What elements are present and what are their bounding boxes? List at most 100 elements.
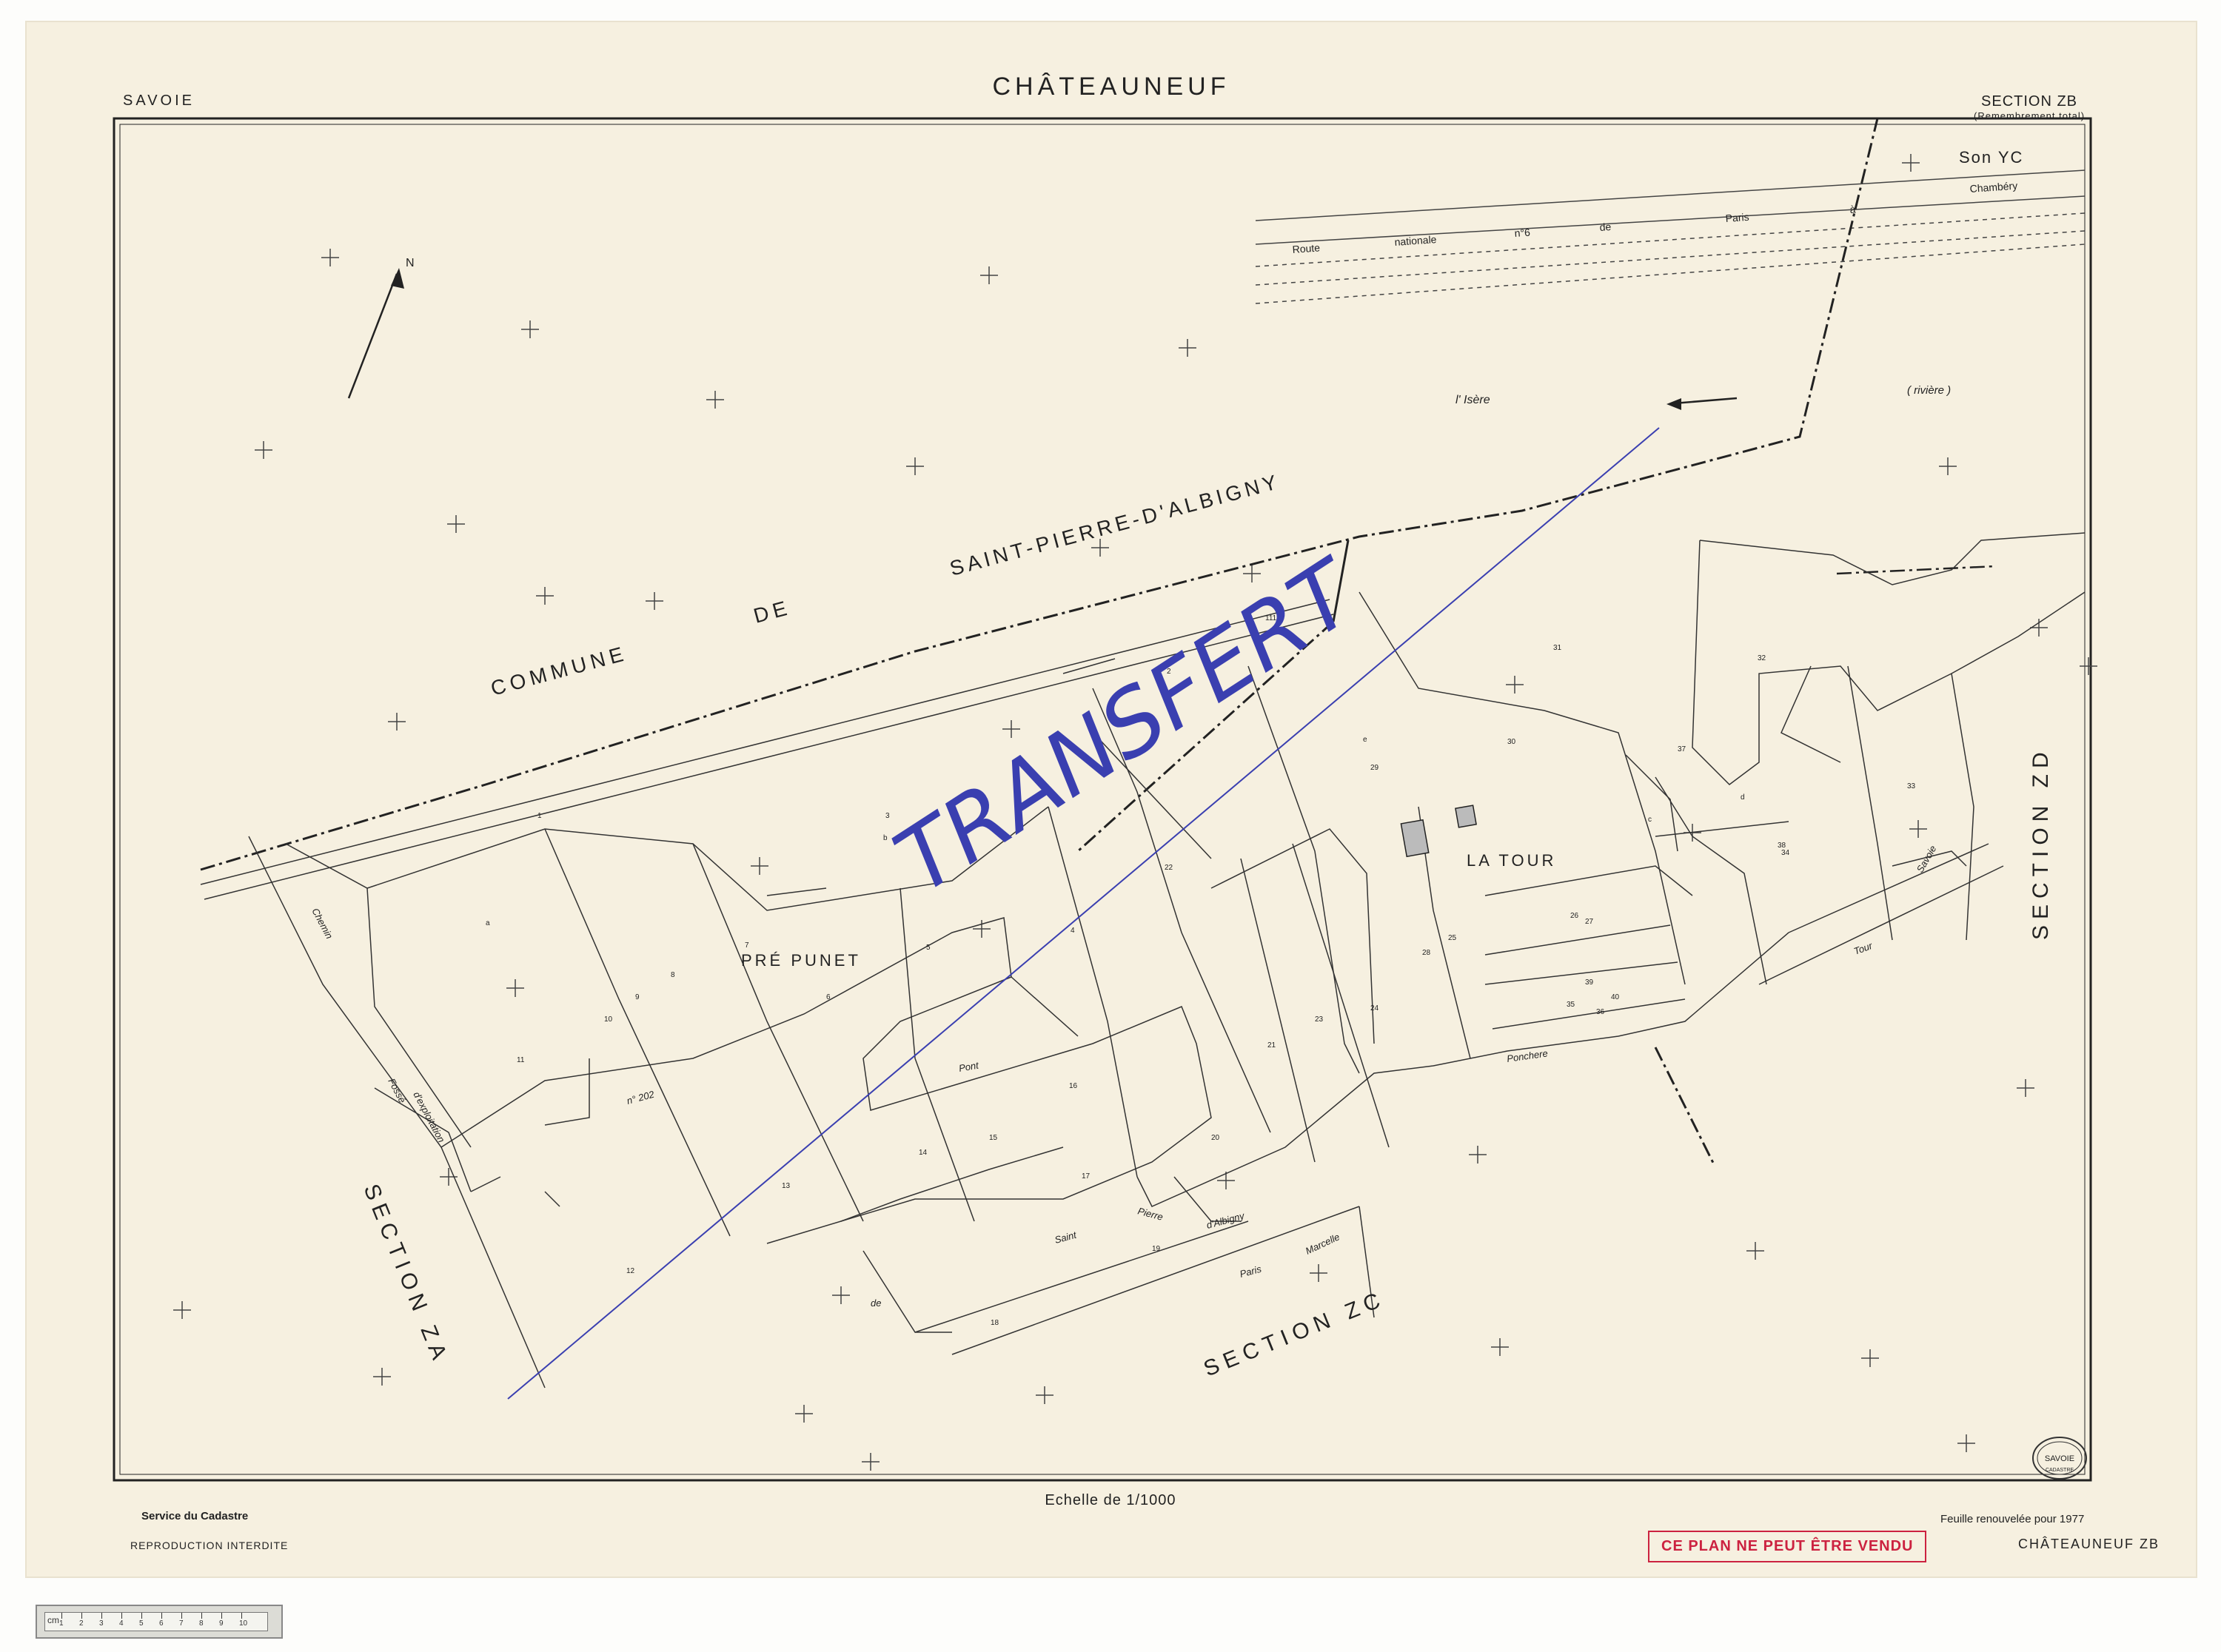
parcel-number: 15 <box>989 1134 998 1142</box>
parcel-number: 25 <box>1448 934 1457 942</box>
ruler-tick <box>161 1613 162 1619</box>
ruler-unit: cm <box>47 1615 59 1625</box>
parcel-number: 16 <box>1069 1082 1078 1090</box>
service-label: Service du Cadastre <box>141 1510 249 1522</box>
section-yc-label: Son YC <box>1959 148 2023 167</box>
parcel-number: 2 <box>1167 668 1171 676</box>
road-label-exploitation: d'exploitation <box>411 1089 447 1144</box>
ruler-tick <box>241 1613 242 1619</box>
parcel-number: 27 <box>1585 918 1594 926</box>
parcel-number: 19 <box>1152 1245 1161 1253</box>
road-label-saint: Saint <box>1053 1229 1079 1246</box>
parcel-number: d <box>1741 793 1745 802</box>
parcel-number: 20 <box>1211 1134 1220 1142</box>
road-label-n202: n° 202 <box>626 1088 656 1106</box>
parcel-number: 24 <box>1370 1004 1379 1013</box>
parcel-number: 6 <box>826 993 831 1001</box>
parcel-number: 37 <box>1678 745 1686 753</box>
road-label-nationale: nationale <box>1394 233 1437 248</box>
road-label-a: à <box>1849 203 1856 215</box>
ruler-tick <box>101 1613 102 1619</box>
ruler-mark: 1 <box>59 1619 64 1628</box>
ruler-mark: 10 <box>239 1619 248 1628</box>
renewed-label: Feuille renouvelée pour 1977 <box>1940 1513 2085 1525</box>
parcel-number: 32 <box>1758 654 1766 662</box>
parcel-number: 5 <box>926 944 931 952</box>
commune-de-label: DE <box>751 596 794 628</box>
seal-top-text: SAVOIE <box>2045 1454 2074 1463</box>
parcel-number: 18 <box>991 1319 999 1327</box>
road-label-chemin: Chemin <box>309 906 335 941</box>
parcel-number: 38 <box>1778 842 1786 850</box>
parcel-number: 21 <box>1267 1041 1276 1050</box>
parcel-number: 12 <box>626 1267 635 1275</box>
section-zd-label: SECTION ZD <box>2029 746 2053 940</box>
ruler-tick <box>141 1613 142 1619</box>
parcel-number: 40 <box>1611 993 1620 1001</box>
parcel-number: 31 <box>1553 644 1562 652</box>
parcel-number: 28 <box>1422 949 1431 957</box>
ruler-tick <box>181 1613 182 1619</box>
parcel-number: b <box>883 834 888 842</box>
parcel-number: c <box>1648 816 1652 824</box>
road-label-paris: Paris <box>1725 211 1749 224</box>
ruler-mark: 2 <box>79 1619 84 1628</box>
ruler-mark: 6 <box>159 1619 164 1628</box>
scale-ruler: 1 2 3 4 5 6 7 8 9 10 cm <box>36 1605 283 1639</box>
road-label-route: Route <box>1292 241 1321 255</box>
parcel-number: e <box>1363 736 1367 744</box>
parcel-number: 11 <box>517 1056 525 1064</box>
parcel-number: 30 <box>1507 738 1516 746</box>
parcel-number: 36 <box>1596 1008 1605 1016</box>
parcel-number: a <box>486 919 490 927</box>
not-for-sale-stamp: CE PLAN NE PEUT ÊTRE VENDU <box>1648 1531 1927 1562</box>
parcel-number: 111 <box>1265 614 1277 622</box>
road-label-paris-2: Paris <box>1239 1263 1263 1280</box>
road-label-pont: Pont <box>958 1059 980 1074</box>
ruler-mark: 3 <box>99 1619 104 1628</box>
road-label-chambery: Chambéry <box>1969 180 2018 195</box>
parcel-number: 22 <box>1165 864 1173 872</box>
ruler-tick <box>121 1613 122 1619</box>
parcel-number: 17 <box>1082 1172 1091 1181</box>
section-za-label: SECTION ZA <box>359 1181 454 1368</box>
ruler-mark: 4 <box>119 1619 124 1628</box>
section-zc-label: SECTION ZC <box>1200 1286 1389 1382</box>
commune-label: COMMUNE <box>489 642 630 700</box>
cadastral-sheet: CHÂTEAUNEUF SAVOIE SECTION ZB (Remembrem… <box>27 22 2196 1577</box>
parcel-number: 7 <box>745 941 749 950</box>
ruler-tick <box>221 1613 222 1619</box>
ruler-mark: 9 <box>219 1619 224 1628</box>
parcel-number: 10 <box>604 1015 613 1024</box>
parcel-number: 9 <box>635 993 640 1001</box>
parcel-number: 23 <box>1315 1015 1324 1024</box>
ruler-mark: 5 <box>139 1619 144 1628</box>
parcel-number: 13 <box>782 1182 791 1190</box>
place-pre-punet: PRÉ PUNET <box>741 951 861 970</box>
ruler-face: 1 2 3 4 5 6 7 8 9 10 <box>44 1612 268 1631</box>
ruler-mark: 8 <box>199 1619 204 1628</box>
road-label-marcelle: Marcelle <box>1304 1231 1341 1256</box>
reproduction-label: REPRODUCTION INTERDITE <box>130 1539 289 1551</box>
map-frame: TRANSFERT COMMUNE DE SAINT-PIERRE-D'ALBI… <box>113 117 2097 1482</box>
road-label-tour: Tour <box>1852 940 1875 957</box>
north-label: N <box>406 257 415 269</box>
ruler-tick <box>201 1613 202 1619</box>
road-label-savoie: Savoie <box>1915 844 1939 875</box>
parcel-number: 8 <box>671 971 675 979</box>
sheet-ref-label: CHÂTEAUNEUF ZB <box>2018 1537 2160 1551</box>
road-label-de: de <box>871 1297 881 1309</box>
seal-bottom-text: CADASTRE <box>2046 1468 2074 1473</box>
parcel-number: 3 <box>885 812 890 820</box>
parcel-number: 26 <box>1570 912 1579 920</box>
parcel-number: 29 <box>1370 764 1379 772</box>
parcel-number: 35 <box>1567 1001 1575 1009</box>
parcel-number: 33 <box>1907 782 1916 790</box>
parcel-number: 34 <box>1781 849 1790 857</box>
parcel-number: 4 <box>1071 927 1075 935</box>
road-label-de: de <box>1599 221 1612 233</box>
route-nationale <box>1255 169 2086 304</box>
commune-name-label: SAINT-PIERRE-D'ALBIGNY <box>948 470 1283 580</box>
cadastre-seal: SAVOIE CADASTRE <box>2032 1437 2087 1480</box>
parcel-number: 14 <box>919 1149 928 1157</box>
